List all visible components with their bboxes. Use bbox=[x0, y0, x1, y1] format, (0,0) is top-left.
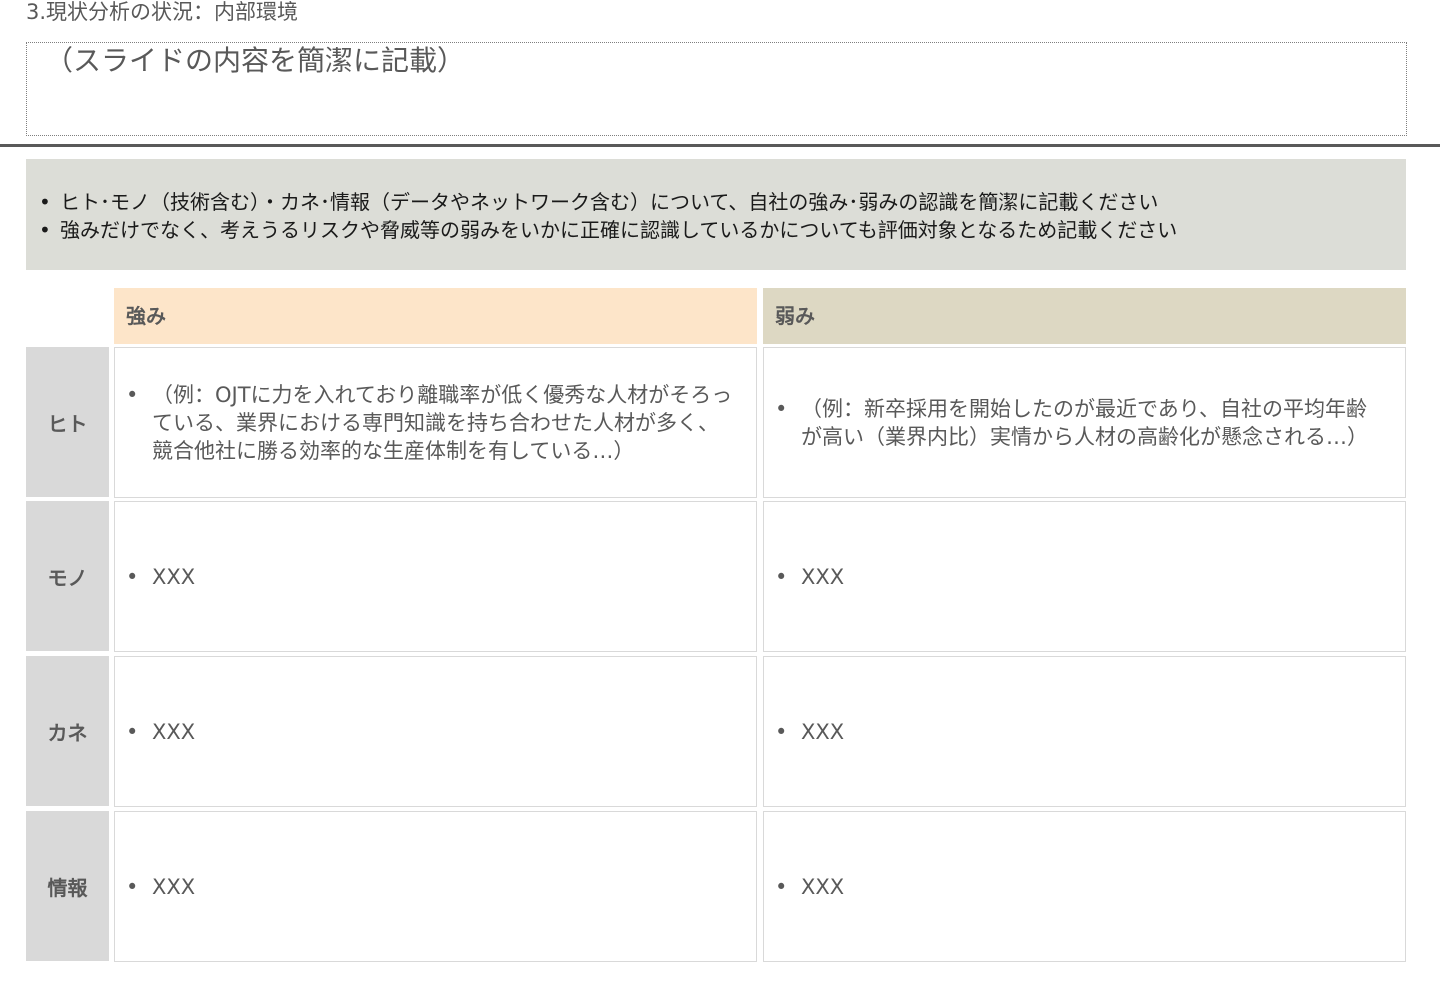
summary-text-box[interactable]: （スライドの内容を簡潔に記載） bbox=[26, 42, 1407, 136]
cell-text: （例：OJTに力を入れており離職率が低く優秀な人材がそろっている、業界における専… bbox=[152, 382, 733, 463]
list-item: • XXX bbox=[764, 873, 862, 901]
cell-people-strength[interactable]: • （例：OJTに力を入れており離職率が低く優秀な人材がそろっている、業界におけ… bbox=[114, 347, 757, 498]
list-item: • XXX bbox=[115, 563, 213, 591]
bullet-icon: • bbox=[39, 190, 51, 214]
section-title: 3.現状分析の状況：内部環境 bbox=[26, 0, 299, 24]
cell-things-weakness[interactable]: • XXX bbox=[763, 501, 1406, 652]
bullet-icon: • bbox=[775, 564, 788, 589]
cell-text: XXX bbox=[152, 719, 196, 744]
cell-text: XXX bbox=[152, 874, 196, 899]
list-item: • XXX bbox=[764, 563, 862, 591]
summary-placeholder: （スライドの内容を簡潔に記載） bbox=[45, 44, 466, 77]
cell-text: （例：新卒採用を開始したのが最近であり、自社の平均年齢が高い（業界内比）実情から… bbox=[801, 396, 1368, 449]
column-header-weaknesses: 弱み bbox=[763, 288, 1406, 344]
cell-information-weakness[interactable]: • XXX bbox=[763, 811, 1406, 962]
bullet-icon: • bbox=[126, 874, 139, 899]
bullet-icon: • bbox=[775, 874, 788, 899]
list-item: • （例：OJTに力を入れており離職率が低く優秀な人材がそろっている、業界におけ… bbox=[115, 381, 756, 465]
list-item: • XXX bbox=[115, 873, 213, 901]
instruction-text: ヒト･モノ（技術含む）・カネ･情報（データやネットワーク含む）について、自社の強… bbox=[60, 190, 1159, 214]
instruction-list: • ヒト･モノ（技術含む）・カネ･情報（データやネットワーク含む）について、自社… bbox=[26, 188, 1177, 244]
bullet-icon: • bbox=[126, 382, 139, 407]
header-divider bbox=[0, 144, 1440, 147]
instruction-item: • ヒト･モノ（技術含む）・カネ･情報（データやネットワーク含む）について、自社… bbox=[26, 188, 1177, 216]
instruction-box: • ヒト･モノ（技術含む）・カネ･情報（データやネットワーク含む）について、自社… bbox=[26, 159, 1406, 270]
bullet-icon: • bbox=[126, 564, 139, 589]
bullet-icon: • bbox=[775, 719, 788, 744]
cell-people-weakness[interactable]: • （例：新卒採用を開始したのが最近であり、自社の平均年齢が高い（業界内比）実情… bbox=[763, 347, 1406, 498]
row-label-things: モノ bbox=[26, 501, 109, 651]
row-label-money: カネ bbox=[26, 656, 109, 806]
instruction-item: • 強みだけでなく、考えうるリスクや脅威等の弱みをいかに正確に認識しているかにつ… bbox=[26, 216, 1177, 244]
column-header-strengths: 強み bbox=[114, 288, 757, 344]
bullet-icon: • bbox=[39, 218, 51, 242]
cell-information-strength[interactable]: • XXX bbox=[114, 811, 757, 962]
row-label-people: ヒト bbox=[26, 347, 109, 497]
list-item: • XXX bbox=[764, 718, 862, 746]
cell-text: XXX bbox=[152, 564, 196, 589]
instruction-text: 強みだけでなく、考えうるリスクや脅威等の弱みをいかに正確に認識しているかについて… bbox=[60, 218, 1178, 242]
cell-money-weakness[interactable]: • XXX bbox=[763, 656, 1406, 807]
cell-text: XXX bbox=[801, 874, 845, 899]
row-label-information: 情報 bbox=[26, 811, 109, 961]
bullet-icon: • bbox=[775, 396, 788, 421]
cell-text: XXX bbox=[801, 564, 845, 589]
list-item: • （例：新卒採用を開始したのが最近であり、自社の平均年齢が高い（業界内比）実情… bbox=[764, 395, 1405, 451]
bullet-icon: • bbox=[126, 719, 139, 744]
cell-money-strength[interactable]: • XXX bbox=[114, 656, 757, 807]
cell-text: XXX bbox=[801, 719, 845, 744]
cell-things-strength[interactable]: • XXX bbox=[114, 501, 757, 652]
list-item: • XXX bbox=[115, 718, 213, 746]
